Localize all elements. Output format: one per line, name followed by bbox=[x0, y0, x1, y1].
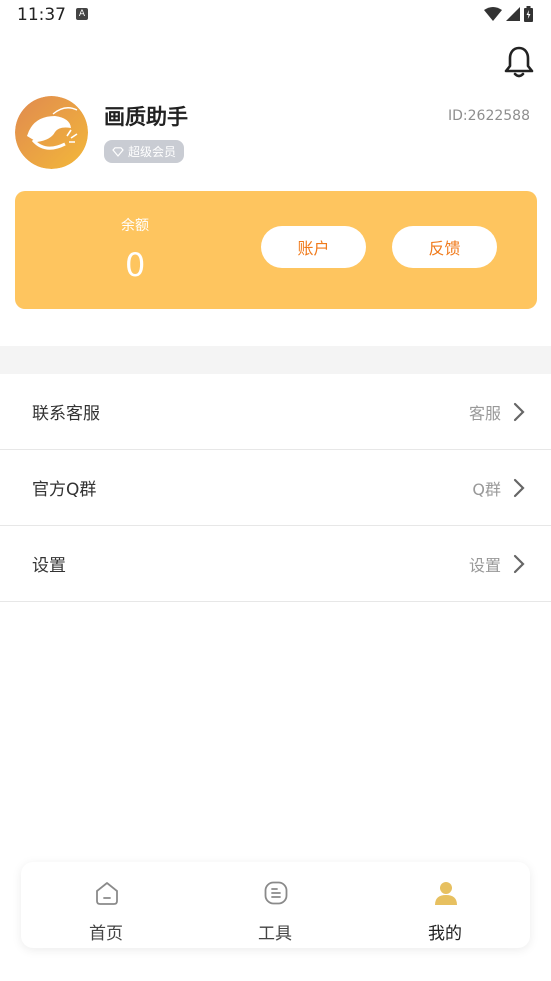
section-divider bbox=[0, 346, 551, 374]
balance-card: 余额 0 账户 反馈 bbox=[15, 191, 537, 309]
balance-value: 0 bbox=[125, 246, 146, 284]
notification-bell-button[interactable] bbox=[503, 45, 535, 79]
user-id: ID:2622588 bbox=[448, 108, 530, 124]
menu-item-value: 设置 bbox=[468, 556, 501, 575]
diamond-icon bbox=[112, 146, 124, 157]
feedback-button[interactable]: 反馈 bbox=[392, 226, 497, 268]
menu-item-settings[interactable]: 设置 设置 bbox=[0, 526, 551, 602]
home-icon bbox=[96, 882, 118, 905]
bell-icon bbox=[504, 46, 534, 78]
tools-icon bbox=[264, 881, 288, 905]
battery-icon bbox=[524, 6, 533, 22]
user-icon bbox=[435, 882, 457, 905]
shrimp-logo-icon bbox=[15, 96, 88, 169]
tab-home-label: 首页 bbox=[89, 924, 123, 944]
wifi-icon bbox=[484, 7, 502, 21]
profile-name: 画质助手 bbox=[104, 105, 188, 129]
tab-tools[interactable]: 工具 bbox=[215, 862, 335, 948]
menu-item-customer-service[interactable]: 联系客服 客服 bbox=[0, 374, 551, 450]
account-button[interactable]: 账户 bbox=[261, 226, 366, 268]
status-time: 11:37 bbox=[17, 5, 66, 25]
chevron-right-icon bbox=[513, 554, 525, 574]
tab-home[interactable]: 首页 bbox=[46, 862, 166, 948]
vip-badge: 超级会员 bbox=[104, 140, 185, 163]
chevron-right-icon bbox=[513, 478, 525, 498]
menu-item-label: 联系客服 bbox=[32, 404, 100, 424]
signal-icon bbox=[506, 7, 520, 21]
menu-item-value: Q群 bbox=[472, 480, 501, 499]
menu-item-label: 官方Q群 bbox=[32, 480, 97, 500]
menu-item-value: 客服 bbox=[468, 404, 501, 423]
status-icons bbox=[484, 6, 533, 22]
status-bar: 11:37 A bbox=[0, 0, 551, 32]
tab-tools-label: 工具 bbox=[258, 924, 292, 944]
menu-item-label: 设置 bbox=[32, 556, 66, 576]
chevron-right-icon bbox=[513, 402, 525, 422]
menu-item-qq-group[interactable]: 官方Q群 Q群 bbox=[0, 450, 551, 526]
vip-badge-label: 超级会员 bbox=[128, 145, 177, 159]
notification-a-icon: A bbox=[76, 8, 88, 20]
balance-label: 余额 bbox=[121, 218, 149, 234]
avatar[interactable] bbox=[15, 96, 88, 169]
bottom-tab-bar: 首页 工具 我的 bbox=[21, 862, 530, 948]
settings-menu: 联系客服 客服 官方Q群 Q群 设置 设置 bbox=[0, 374, 551, 602]
tab-mine-label: 我的 bbox=[428, 924, 462, 944]
tab-mine[interactable]: 我的 bbox=[385, 862, 505, 948]
